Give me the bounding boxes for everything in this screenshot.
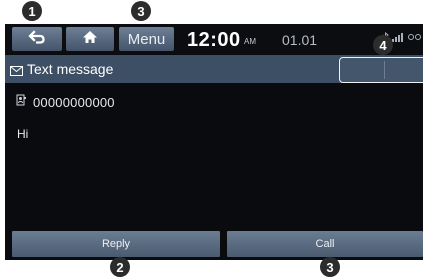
clock-ampm: AM bbox=[244, 37, 256, 46]
sender-number: 00000000000 bbox=[33, 94, 115, 110]
callout-marker-2: 2 bbox=[110, 257, 130, 277]
network-icon bbox=[408, 29, 422, 47]
status-bar: Menu 12:00 AM 01.01 bbox=[5, 24, 423, 54]
reply-button[interactable]: Reply bbox=[12, 231, 220, 257]
back-button[interactable] bbox=[12, 27, 62, 51]
menu-button[interactable]: Menu bbox=[119, 27, 174, 51]
callout-marker-1: 1 bbox=[22, 1, 42, 21]
callout-marker-3-menu: 3 bbox=[131, 1, 151, 21]
home-icon bbox=[82, 30, 98, 49]
call-label: Call bbox=[315, 238, 335, 250]
signal-icon bbox=[392, 29, 406, 47]
menu-label: Menu bbox=[127, 30, 166, 48]
envelope-icon bbox=[10, 63, 23, 81]
page-title: Text message bbox=[27, 61, 114, 77]
clock-date: 01.01 bbox=[282, 32, 318, 48]
contact-icon bbox=[16, 93, 27, 111]
message-body: Hi bbox=[17, 127, 29, 141]
title-action-buttons[interactable] bbox=[339, 57, 423, 83]
message-title-bar: Text message bbox=[5, 55, 423, 83]
callout-marker-4: 4 bbox=[373, 35, 393, 55]
call-button[interactable]: Call bbox=[227, 231, 423, 257]
clock-time: 12:00 bbox=[187, 29, 241, 51]
callout-marker-3-call: 3 bbox=[320, 257, 340, 277]
reply-label: Reply bbox=[101, 238, 131, 250]
back-arrow-icon bbox=[28, 29, 46, 50]
home-button[interactable] bbox=[66, 27, 114, 51]
nav-screen: Menu 12:00 AM 01.01 Text message 0000000… bbox=[5, 24, 423, 260]
sender-row: 00000000000 bbox=[16, 93, 115, 111]
